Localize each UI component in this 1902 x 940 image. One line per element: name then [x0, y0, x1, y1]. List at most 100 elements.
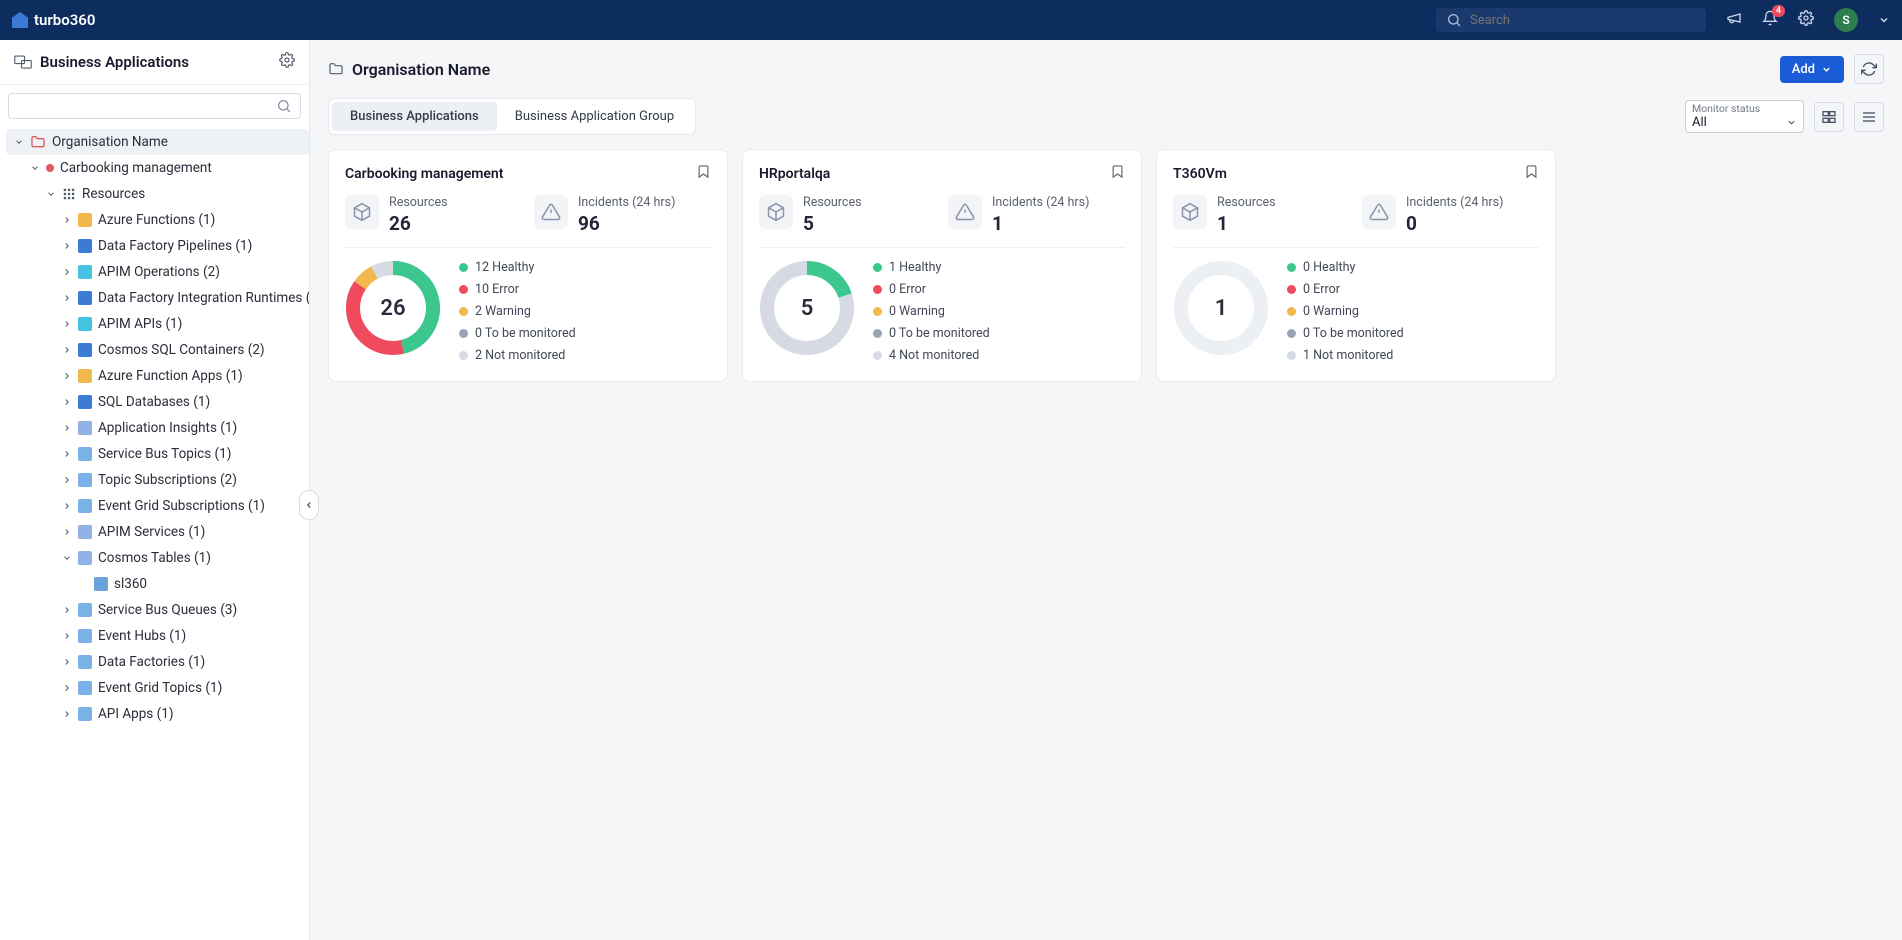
donut-wrap: 5	[759, 260, 855, 356]
status-dot-icon	[46, 164, 54, 172]
tree-resource-type[interactable]: APIM Operations (2)	[6, 259, 309, 285]
main-content: Organisation Name Add Business Applicati…	[310, 40, 1902, 940]
refresh-button[interactable]	[1854, 54, 1884, 84]
chevron-right-icon	[62, 449, 72, 459]
legend-healthy: 12 Healthy	[459, 260, 576, 275]
resource-icon	[78, 499, 92, 513]
card-title: T360Vm	[1173, 166, 1516, 182]
avatar[interactable]: S	[1834, 8, 1858, 32]
tree-resource-leaf[interactable]: sl360	[6, 571, 309, 597]
tree-label: Application Insights (1)	[98, 420, 237, 436]
bookmark-button[interactable]	[696, 164, 711, 183]
tree-resource-type[interactable]: SQL Databases (1)	[6, 389, 309, 415]
sidebar-search-input[interactable]	[17, 99, 276, 114]
page-title: Organisation Name	[328, 60, 490, 79]
tree-label: Organisation Name	[52, 134, 168, 150]
tab-business-application-group[interactable]: Business Application Group	[497, 102, 692, 131]
monitor-status-filter[interactable]: Monitor status All	[1685, 100, 1804, 133]
legend: 0 Healthy 0 Error 0 Warning 0 To be moni…	[1287, 260, 1404, 363]
tree-resource-type[interactable]: Data Factories (1)	[6, 649, 309, 675]
controls-row: Business Applications Business Applicati…	[328, 98, 1884, 135]
brand-logo[interactable]: turbo360	[12, 11, 95, 29]
card-grid: Carbooking management Resources26 Incide…	[328, 149, 1884, 382]
tree-resource-type[interactable]: API Apps (1)	[6, 701, 309, 727]
tree-resource-type[interactable]: Topic Subscriptions (2)	[6, 467, 309, 493]
app-card[interactable]: T360Vm Resources1 Incidents (24 hrs)0 1 …	[1156, 149, 1556, 382]
tree-resource-type[interactable]: Service Bus Queues (3)	[6, 597, 309, 623]
tree-resource-type[interactable]: Service Bus Topics (1)	[6, 441, 309, 467]
sidebar-settings-icon[interactable]	[279, 52, 295, 72]
tree-resource-type[interactable]: Event Hubs (1)	[6, 623, 309, 649]
tree-resource-type[interactable]: Cosmos SQL Containers (2)	[6, 337, 309, 363]
donut-center: 1	[1173, 260, 1269, 356]
tree-resource-type[interactable]: Application Insights (1)	[6, 415, 309, 441]
stat-resources: 1	[1217, 212, 1276, 235]
tree-resource-type[interactable]: Event Grid Topics (1)	[6, 675, 309, 701]
resource-icon	[78, 291, 92, 305]
search-icon	[1446, 12, 1462, 28]
tree-resource-type[interactable]: Event Grid Subscriptions (1)	[6, 493, 309, 519]
resource-icon	[78, 421, 92, 435]
tree-resource-type[interactable]: Data Factory Pipelines (1)	[6, 233, 309, 259]
view-card-button[interactable]	[1814, 102, 1844, 132]
legend-nm: 1 Not monitored	[1287, 348, 1404, 363]
legend-warning: 0 Warning	[1287, 304, 1404, 319]
tree-label: Topic Subscriptions (2)	[98, 472, 237, 488]
resource-icon	[78, 447, 92, 461]
search-input[interactable]	[1470, 13, 1696, 28]
topbar: turbo360 4 S	[0, 0, 1902, 40]
view-list-button[interactable]	[1854, 102, 1884, 132]
settings-icon[interactable]	[1798, 10, 1814, 30]
tree-resource-type[interactable]: Azure Function Apps (1)	[6, 363, 309, 389]
warning-icon	[541, 202, 561, 222]
tree-resource-type[interactable]: APIM APIs (1)	[6, 311, 309, 337]
chevron-down-icon	[30, 163, 40, 173]
tree-resource-type[interactable]: APIM Services (1)	[6, 519, 309, 545]
tree-label: Data Factory Pipelines (1)	[98, 238, 252, 254]
stat-label: Resources	[389, 195, 448, 210]
tree-resource-type[interactable]: Azure Functions (1)	[6, 207, 309, 233]
announcements-icon[interactable]	[1726, 10, 1742, 30]
tree-label: APIM Services (1)	[98, 524, 205, 540]
user-menu-chevron-icon[interactable]	[1878, 11, 1890, 30]
resource-icon	[78, 265, 92, 279]
tree-resources[interactable]: Resources	[6, 181, 309, 207]
warning-icon	[1369, 202, 1389, 222]
sidebar-search[interactable]	[8, 93, 301, 119]
tree-label: APIM Operations (2)	[98, 264, 220, 280]
tree-label: SQL Databases (1)	[98, 394, 210, 410]
legend-healthy: 1 Healthy	[873, 260, 990, 275]
chevron-down-icon	[1786, 117, 1797, 128]
bookmark-button[interactable]	[1110, 164, 1125, 183]
tree-carbooking[interactable]: Carbooking management	[6, 155, 309, 181]
tree-org[interactable]: Organisation Name	[6, 129, 309, 155]
tree-resource-type[interactable]: Data Factory Integration Runtimes (…	[6, 285, 309, 311]
app-card[interactable]: Carbooking management Resources26 Incide…	[328, 149, 728, 382]
resource-icon	[78, 525, 92, 539]
topbar-actions: 4 S	[1726, 8, 1890, 32]
bookmark-icon	[1524, 164, 1539, 179]
cube-icon	[1180, 202, 1200, 222]
resource-icon	[78, 343, 92, 357]
tree-label: Azure Function Apps (1)	[98, 368, 243, 384]
legend-nm: 2 Not monitored	[459, 348, 576, 363]
app-card[interactable]: HRportalqa Resources5 Incidents (24 hrs)…	[742, 149, 1142, 382]
stat-label: Incidents (24 hrs)	[1406, 195, 1503, 210]
filter-label: Monitor status	[1692, 102, 1797, 115]
chevron-right-icon	[62, 267, 72, 277]
bookmark-button[interactable]	[1524, 164, 1539, 183]
global-search[interactable]	[1436, 8, 1706, 32]
legend-tbm: 0 To be monitored	[873, 326, 990, 341]
stat-incidents: 0	[1406, 212, 1503, 235]
tab-business-applications[interactable]: Business Applications	[332, 102, 497, 131]
tree-resource-type[interactable]: Cosmos Tables (1)	[6, 545, 309, 571]
add-button[interactable]: Add	[1780, 56, 1844, 83]
sidebar-title: Business Applications	[40, 53, 271, 71]
chevron-right-icon	[62, 319, 72, 329]
chevron-right-icon	[62, 371, 72, 381]
apps-icon	[14, 55, 32, 69]
filter-value: All	[1692, 115, 1782, 130]
chevron-right-icon	[62, 345, 72, 355]
stat-label: Resources	[803, 195, 862, 210]
notifications-icon[interactable]: 4	[1762, 10, 1778, 30]
